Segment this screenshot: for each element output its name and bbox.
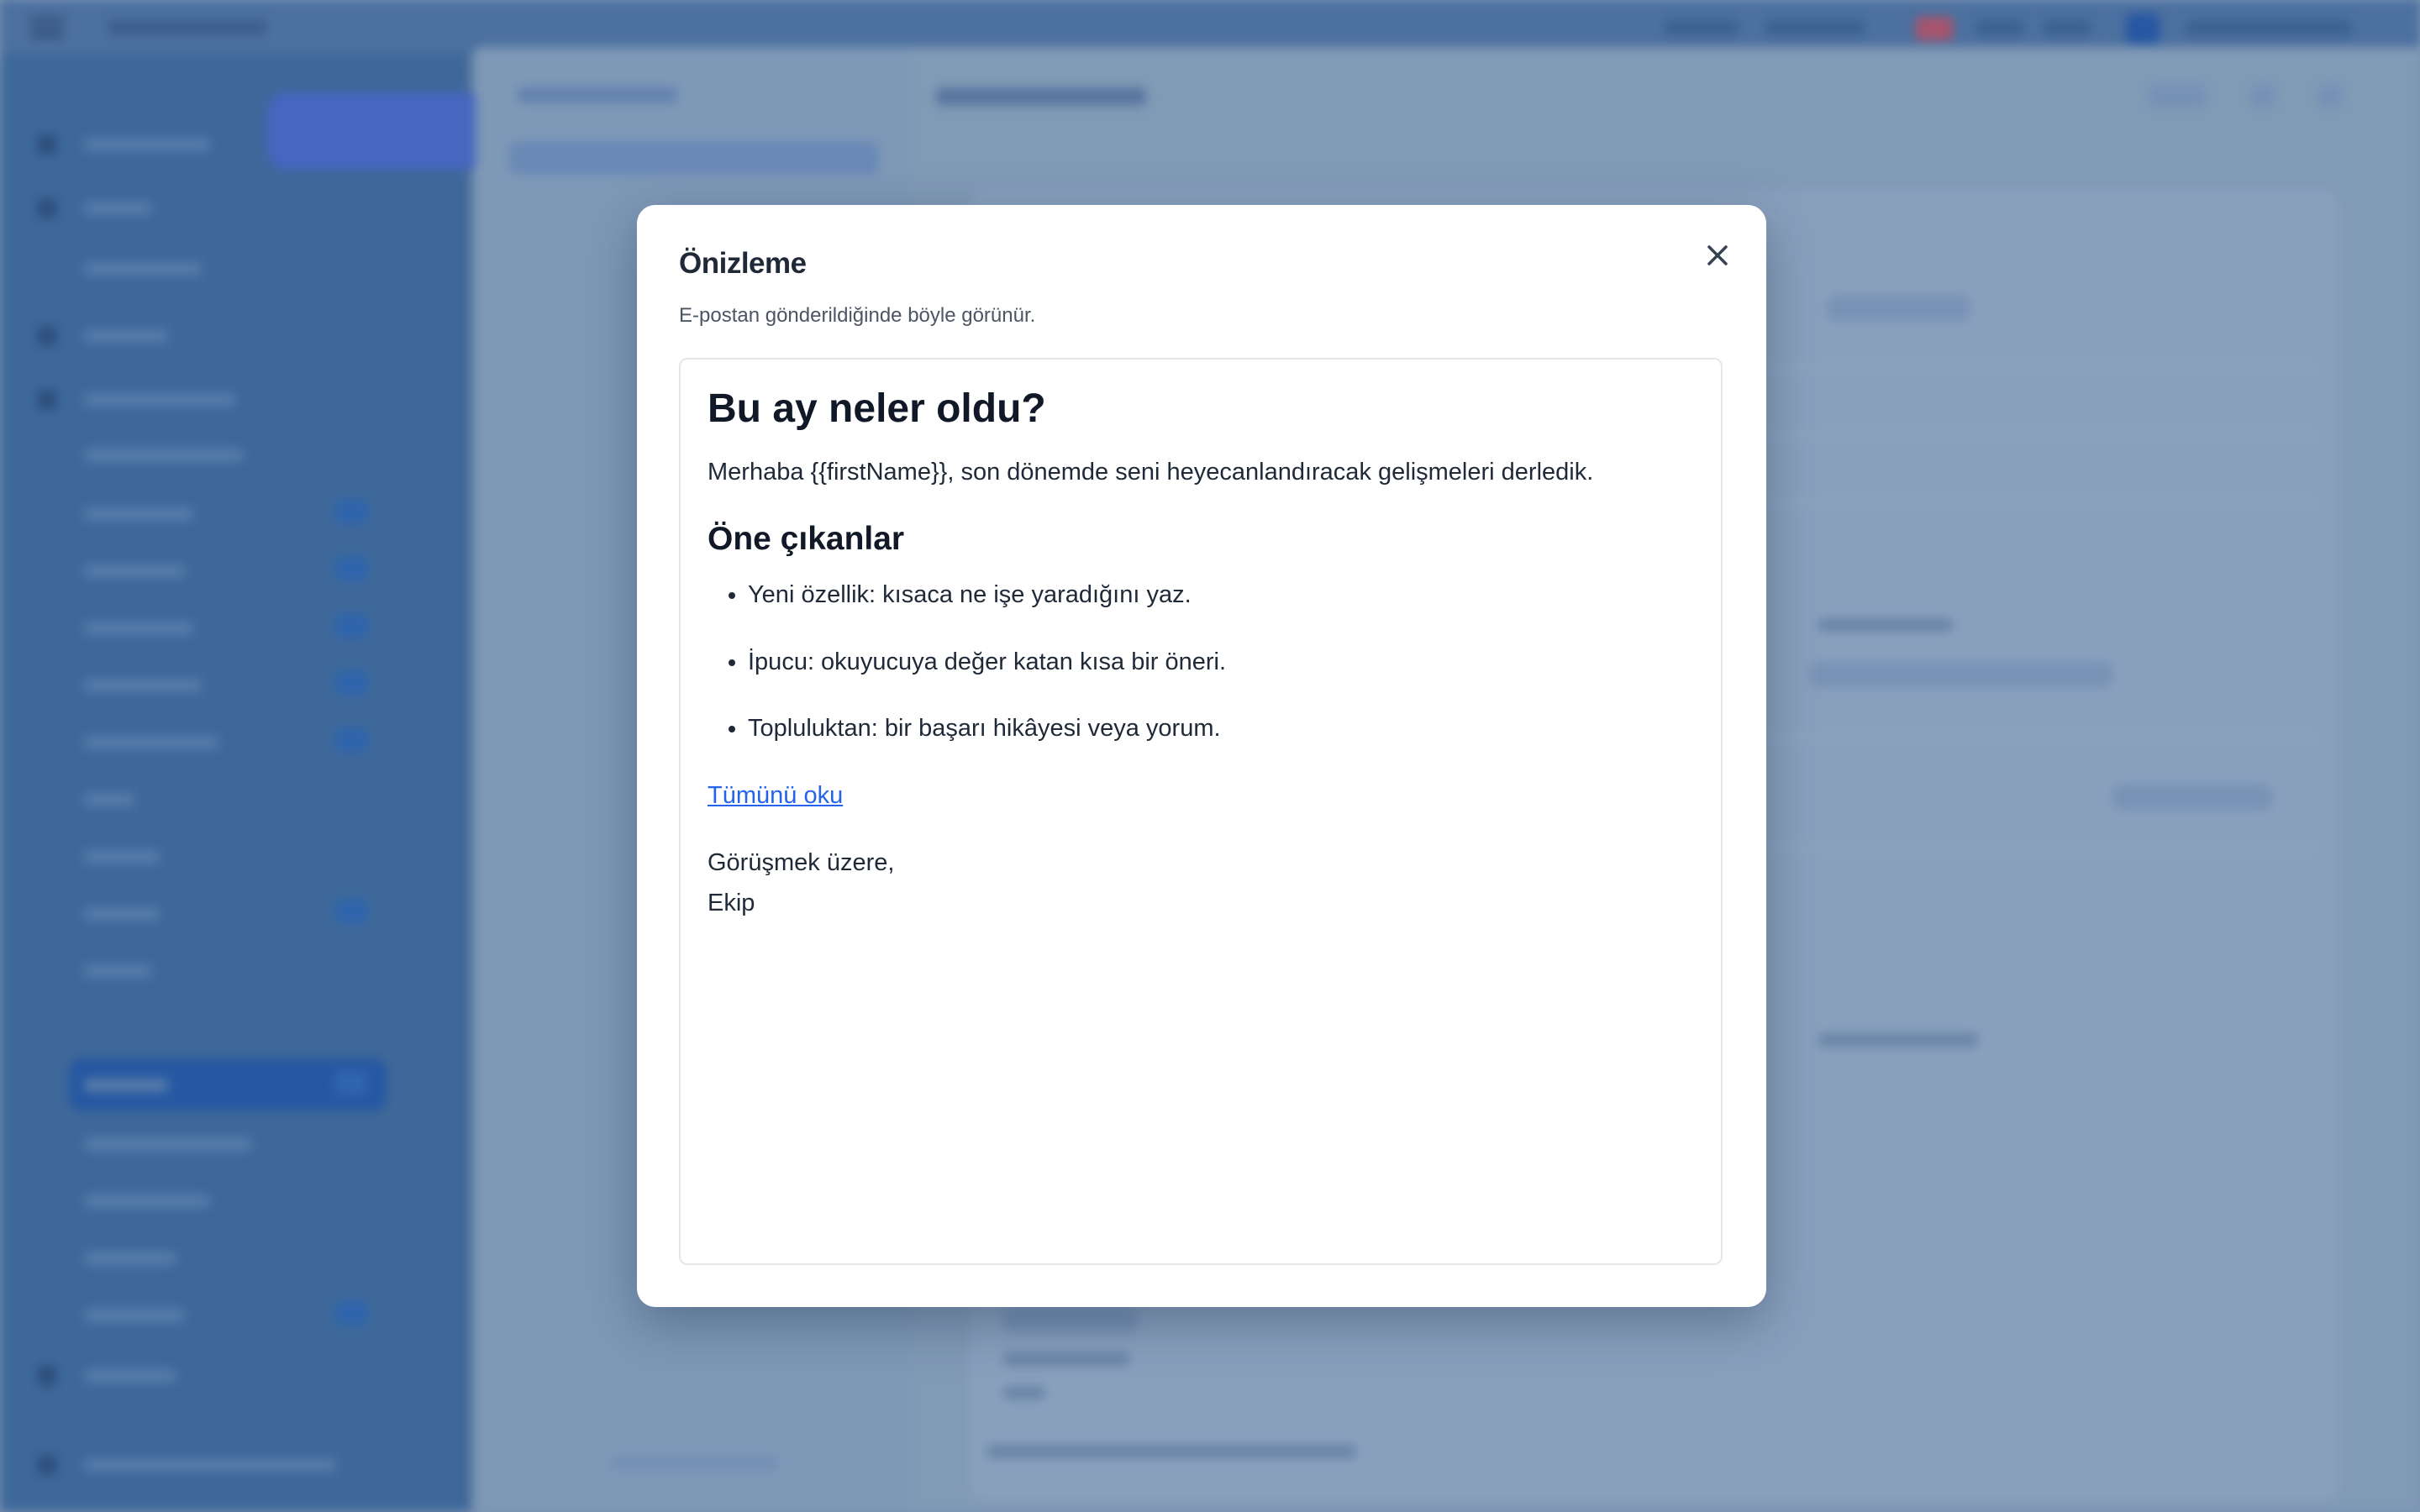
email-section-heading: Öne çıkanlar <box>708 521 905 558</box>
email-greeting: Merhaba {{firstName}}, son dönemde seni … <box>708 458 1594 486</box>
list-item: Topluluktan: bir başarı hikâyesi veya yo… <box>748 713 1694 745</box>
email-body: Bu ay neler oldu? Merhaba {{firstName}},… <box>708 385 1694 924</box>
email-heading: Bu ay neler oldu? <box>708 386 1046 431</box>
list-item: İpucu: okuyucuya değer katan kısa bir ön… <box>748 647 1694 679</box>
email-signoff: Görüşmek üzere, Ekip <box>708 843 1694 924</box>
close-icon <box>1707 245 1728 265</box>
list-item: Yeni özellik: kısaca ne işe yaradığını y… <box>748 580 1694 612</box>
modal-title: Önizleme <box>679 247 807 280</box>
signoff-team: Ekip <box>708 889 755 916</box>
read-more-link[interactable]: Tümünü oku <box>708 782 843 810</box>
modal-subtitle: E-postan gönderildiğinde böyle görünür. <box>679 304 1036 327</box>
preview-modal: Önizleme E-postan gönderildiğinde böyle … <box>637 205 1766 1307</box>
email-preview-frame: Bu ay neler oldu? Merhaba {{firstName}},… <box>679 358 1723 1265</box>
close-button[interactable] <box>1692 230 1743 281</box>
highlights-list: Yeni özellik: kısaca ne işe yaradığını y… <box>708 580 1694 745</box>
signoff-line: Görüşmek üzere, <box>708 849 895 877</box>
